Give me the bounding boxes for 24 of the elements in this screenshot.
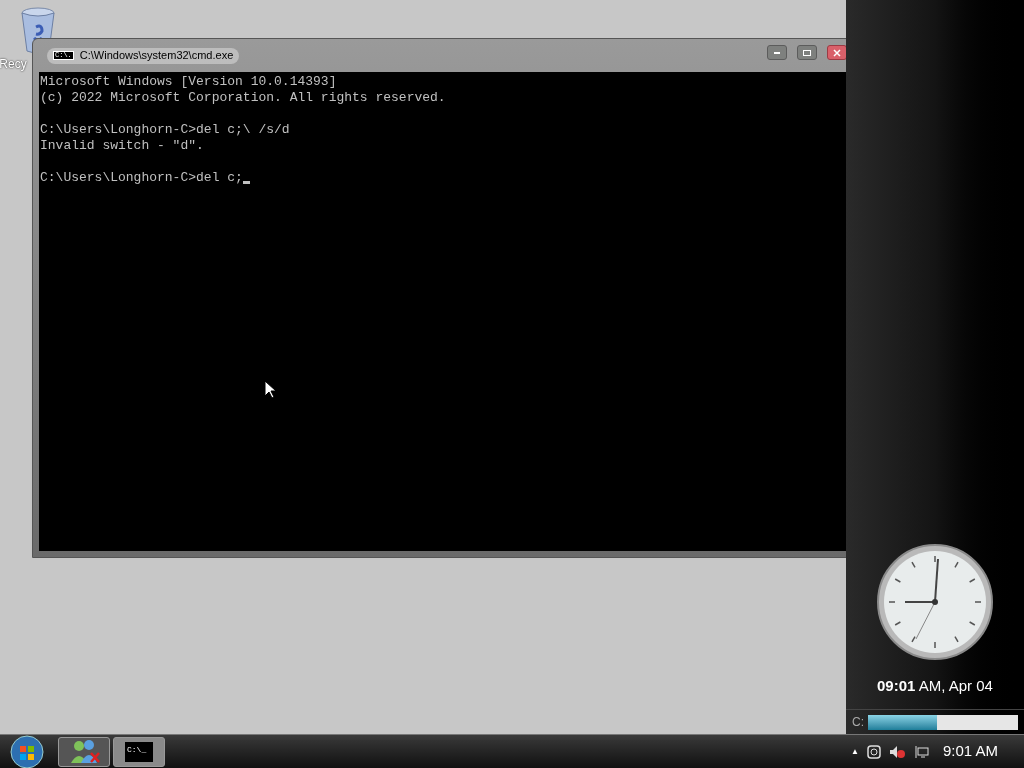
window-title: C:\Windows\system32\cmd.exe bbox=[79, 48, 234, 64]
minimize-button[interactable] bbox=[767, 45, 787, 60]
show-hidden-icons-button[interactable]: ▲ bbox=[851, 745, 859, 758]
mouse-pointer-icon bbox=[264, 380, 276, 399]
console-area[interactable]: Microsoft Windows [Version 10.0.14393] (c) 2022 Microsoft Corporation. All rights reserved. C:\Users\Longhorn-C>del c;\ /s/d Invalid switch - "d". C:\Users\Longhorn-C>del c; bbox=[39, 72, 846, 551]
console-line: (c) 2022 Microsoft Corporation. All rights reserved. bbox=[40, 90, 446, 106]
clock-date: 09:01 AM, Apr 04 bbox=[877, 675, 993, 696]
console-line: C:\Users\Longhorn-C>del c; bbox=[40, 170, 243, 186]
network-icon[interactable] bbox=[912, 744, 929, 759]
start-orb-icon[interactable] bbox=[10, 734, 44, 768]
close-icon bbox=[833, 48, 841, 57]
tray-clock[interactable]: 9:01 AM bbox=[942, 740, 998, 763]
maximize-button[interactable] bbox=[797, 45, 817, 60]
console-line: C:\Users\Longhorn-C>del c;\ /s/d bbox=[40, 122, 290, 138]
console-taskbar-button[interactable]: C:\_ bbox=[113, 736, 165, 767]
console-line: Invalid switch - "d". bbox=[40, 138, 204, 154]
tray-app-icon[interactable] bbox=[866, 744, 881, 759]
icon-label: Recy bbox=[0, 56, 27, 73]
drive-label: C: bbox=[852, 714, 864, 731]
console-line: Microsoft Windows [Version 10.0.14393] bbox=[40, 74, 337, 90]
close-button[interactable] bbox=[827, 45, 846, 60]
text-cursor bbox=[242, 181, 250, 184]
messenger-taskbar-button[interactable] bbox=[58, 736, 110, 767]
muted-speaker-icon[interactable] bbox=[888, 744, 905, 759]
